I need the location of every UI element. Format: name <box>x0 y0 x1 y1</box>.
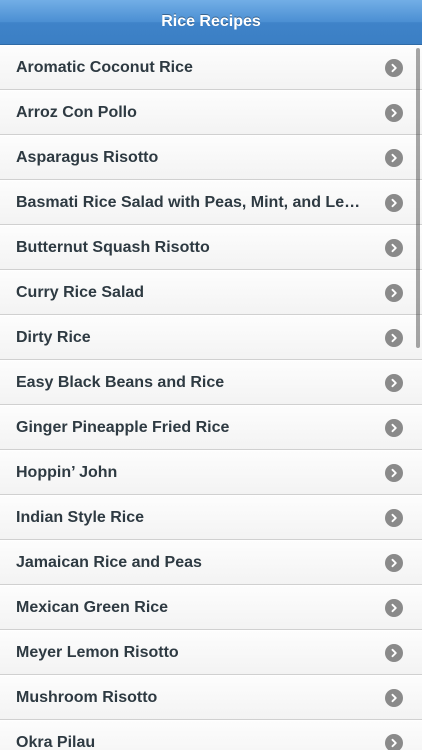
chevron-right-icon <box>385 508 403 527</box>
chevron-right-icon <box>385 103 403 122</box>
list-item[interactable]: Jamaican Rice and Peas <box>0 540 422 585</box>
list-item[interactable]: Hoppin’ John <box>0 450 422 495</box>
list-item-label: Meyer Lemon Risotto <box>16 643 179 661</box>
list-item-label: Indian Style Rice <box>16 508 145 526</box>
list-item[interactable]: Ginger Pineapple Fried Rice <box>0 405 422 450</box>
list-item-label: Mexican Green Rice <box>16 598 169 616</box>
chevron-right-icon <box>385 238 403 257</box>
list-item-label: Dirty Rice <box>16 328 91 346</box>
chevron-right-icon <box>385 733 403 750</box>
list-item-label: Curry Rice Salad <box>16 283 145 301</box>
chevron-right-icon <box>385 418 403 437</box>
page-title: Rice Recipes <box>161 13 261 30</box>
chevron-right-icon <box>385 193 403 212</box>
list-item[interactable]: Mexican Green Rice <box>0 585 422 630</box>
chevron-right-icon <box>385 283 403 302</box>
recipe-list: Aromatic Coconut Rice Arroz Con Pollo As… <box>0 45 422 750</box>
list-item-label: Asparagus Risotto <box>16 148 159 166</box>
chevron-right-icon <box>385 328 403 347</box>
list-item-label: Mushroom Risotto <box>16 688 158 706</box>
list-item[interactable]: Okra Pilau <box>0 720 422 750</box>
list-item-label: Aromatic Coconut Rice <box>16 58 193 76</box>
chevron-right-icon <box>385 598 403 617</box>
list-item[interactable]: Indian Style Rice <box>0 495 422 540</box>
chevron-right-icon <box>385 463 403 482</box>
list-item[interactable]: Mushroom Risotto <box>0 675 422 720</box>
app-screen: Rice Recipes Aromatic Coconut Rice Arroz… <box>0 0 422 750</box>
list-item[interactable]: Easy Black Beans and Rice <box>0 360 422 405</box>
list-item[interactable]: Basmati Rice Salad with Peas, Mint, and … <box>0 180 422 225</box>
list-item-label: Jamaican Rice and Peas <box>16 553 202 571</box>
list-item[interactable]: Dirty Rice <box>0 315 422 360</box>
list-item-label: Hoppin’ John <box>16 463 118 481</box>
chevron-right-icon <box>385 553 403 572</box>
scrollbar[interactable] <box>416 48 420 348</box>
list-item-label: Arroz Con Pollo <box>16 103 137 121</box>
list-item-label: Easy Black Beans and Rice <box>16 373 225 391</box>
chevron-right-icon <box>385 58 403 77</box>
list-item[interactable]: Curry Rice Salad <box>0 270 422 315</box>
list-item-label: Okra Pilau <box>16 733 96 750</box>
list-item-label: Basmati Rice Salad with Peas, Mint, and … <box>16 193 375 211</box>
chevron-right-icon <box>385 643 403 662</box>
list-item[interactable]: Arroz Con Pollo <box>0 90 422 135</box>
chevron-right-icon <box>385 373 403 392</box>
list-item[interactable]: Butternut Squash Risotto <box>0 225 422 270</box>
nav-header: Rice Recipes <box>0 0 422 45</box>
chevron-right-icon <box>385 688 403 707</box>
list-item[interactable]: Asparagus Risotto <box>0 135 422 180</box>
list-item-label: Ginger Pineapple Fried Rice <box>16 418 230 436</box>
chevron-right-icon <box>385 148 403 167</box>
list-item[interactable]: Meyer Lemon Risotto <box>0 630 422 675</box>
list-item[interactable]: Aromatic Coconut Rice <box>0 45 422 90</box>
list-item-label: Butternut Squash Risotto <box>16 238 210 256</box>
